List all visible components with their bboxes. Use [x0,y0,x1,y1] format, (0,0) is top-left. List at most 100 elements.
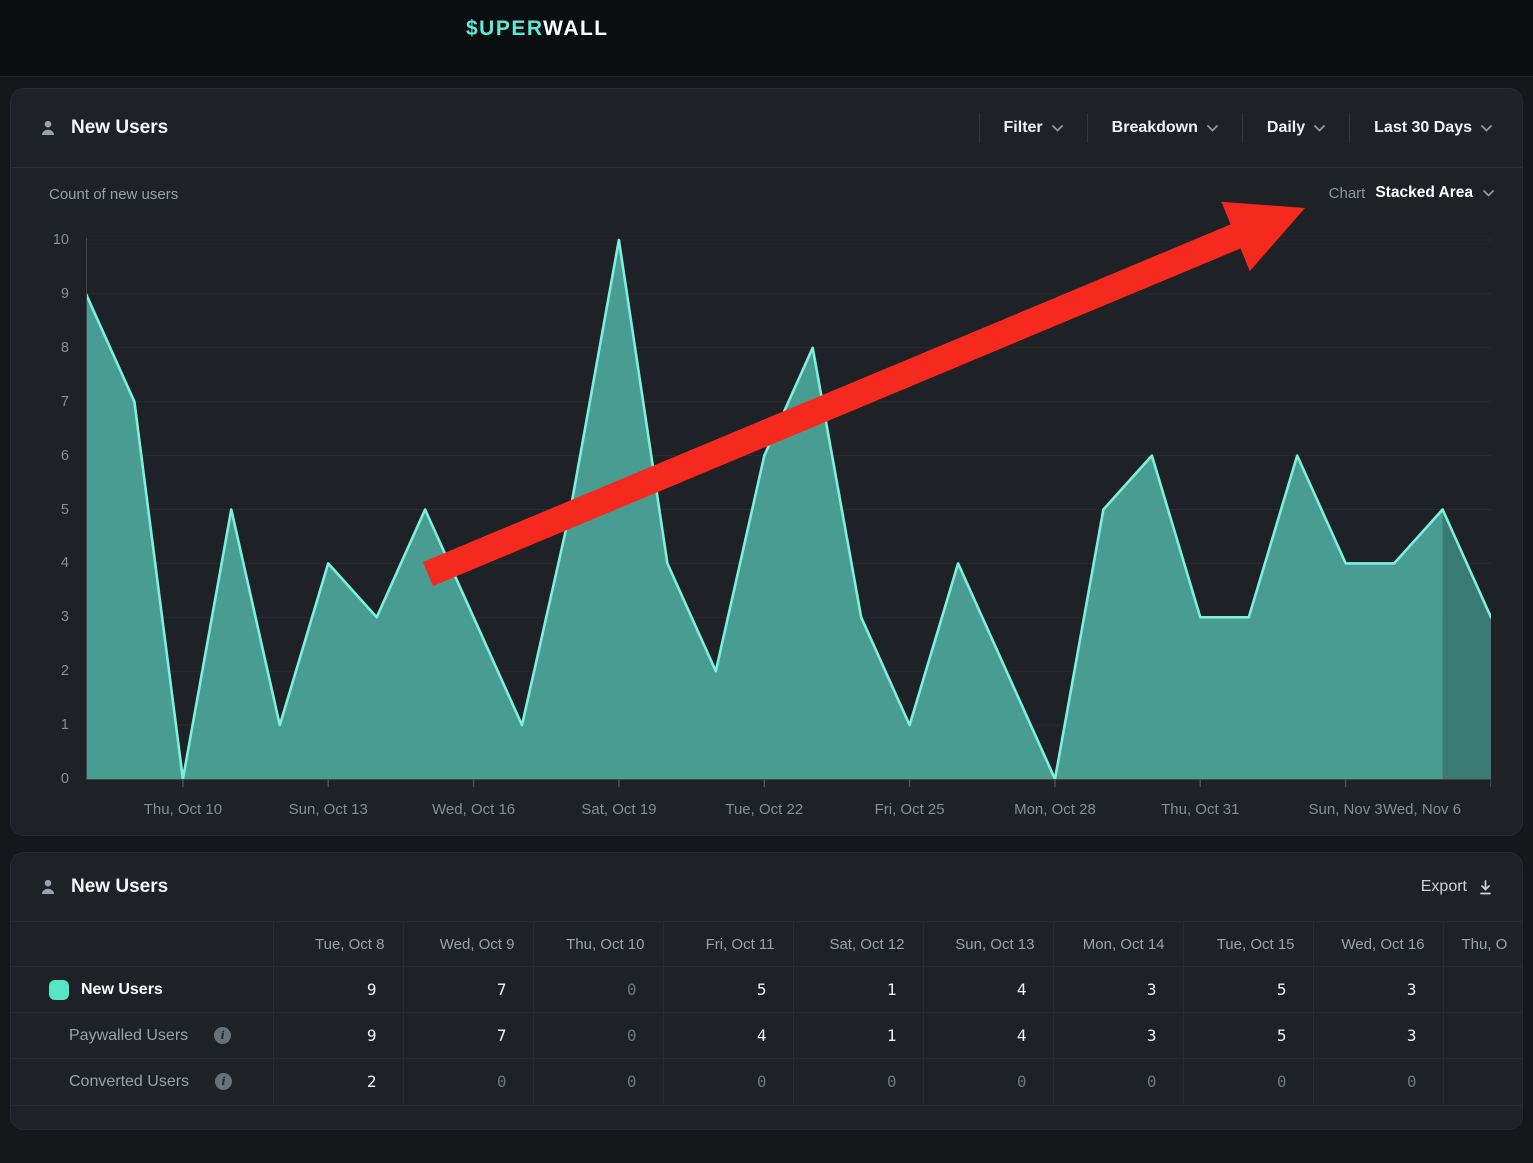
table-row: Converted Usersi200000000 [11,1059,1523,1105]
filter-dropdown[interactable]: Filter [980,112,1087,144]
y-axis-tick-3: 3 [29,607,69,627]
row-label-cell: New Users [11,967,273,1013]
value-cell: 0 [663,1059,793,1105]
chart-type-value: Stacked Area [1375,184,1473,202]
table-bottom-filler [11,1105,1522,1129]
chart-controls: Filter Breakdown Daily Last 30 Days [979,89,1494,167]
x-axis-tick: Sat, Oct 19 [544,801,694,818]
chart-type-dropdown[interactable]: Chart Stacked Area [1329,184,1494,202]
breakdown-dropdown[interactable]: Breakdown [1088,112,1242,144]
chevron-down-icon [1483,190,1494,197]
column-header-date: Mon, Oct 14 [1053,922,1183,967]
person-icon [39,119,57,137]
chart-subtitle: Count of new users [49,186,178,203]
column-header-date: Wed, Oct 9 [403,922,533,967]
logo-prefix: $UPER [466,17,543,40]
y-axis-tick-8: 8 [29,338,69,358]
y-axis-tick-7: 7 [29,392,69,412]
column-header-date: Sun, Oct 13 [923,922,1053,967]
date-range-label: Last 30 Days [1374,119,1472,137]
value-cell: 7 [403,967,533,1013]
date-range-dropdown[interactable]: Last 30 Days [1350,112,1494,144]
x-axis-tick: Thu, Oct 31 [1125,801,1275,818]
breakdown-label: Breakdown [1112,119,1198,137]
x-axis-tick: Wed, Oct 16 [399,801,549,818]
value-cell: 4 [923,1013,1053,1059]
value-cell: 1 [793,967,923,1013]
value-cell: 2 [273,1059,403,1105]
logo-suffix: WALL [543,17,608,40]
value-cell: 0 [1183,1059,1313,1105]
value-cell [1443,967,1523,1013]
value-cell: 0 [533,1059,663,1105]
column-header-date: Wed, Oct 16 [1313,922,1443,967]
value-cell: 5 [1183,1013,1313,1059]
x-axis-tick: Mon, Oct 28 [980,801,1130,818]
y-axis-tick-1: 1 [29,715,69,735]
granularity-dropdown[interactable]: Daily [1243,112,1349,144]
value-cell: 0 [533,1013,663,1059]
table-row: New Users970514353 [11,967,1523,1013]
value-cell: 0 [403,1059,533,1105]
value-cell: 0 [1053,1059,1183,1105]
value-cell: 7 [403,1013,533,1059]
value-cell: 9 [273,1013,403,1059]
y-axis-tick-5: 5 [29,500,69,520]
info-icon[interactable]: i [215,1073,232,1090]
value-cell: 3 [1053,967,1183,1013]
row-label: Converted Users [69,1073,189,1091]
row-label-cell: Paywalled Users i [11,1013,273,1059]
value-cell: 1 [793,1013,923,1059]
y-axis-tick-9: 9 [29,284,69,304]
export-label: Export [1421,878,1467,896]
x-axis-tick: Thu, Oct 10 [108,801,258,818]
value-cell: 5 [1183,967,1313,1013]
y-axis-tick-6: 6 [29,446,69,466]
row-label: Paywalled Users [69,1027,188,1045]
daily-values-table: Tue, Oct 8Wed, Oct 9Thu, Oct 10Fri, Oct … [11,921,1523,1105]
new-users-table-panel: New Users Export Tue, Oct 8Wed, Oct 9Thu… [10,852,1523,1130]
y-axis-tick-0: 0 [29,769,69,789]
chevron-down-icon [1207,125,1218,132]
value-cell: 0 [923,1059,1053,1105]
x-axis-tick: Sun, Oct 13 [253,801,403,818]
person-icon [39,878,57,896]
value-cell: 0 [1313,1059,1443,1105]
row-label-column-header [11,922,273,967]
x-axis-tick: Wed, Nov 6 [1347,801,1497,818]
column-header-date: Thu, O [1443,922,1523,967]
table-panel-header: New Users Export [11,853,1522,921]
table-panel-title: New Users [71,876,168,898]
value-cell: 0 [793,1059,923,1105]
chart-type-label: Chart [1329,185,1366,202]
row-label-cell: Converted Users i [11,1059,273,1105]
info-icon[interactable]: i [214,1027,231,1044]
superwall-logo[interactable]: $UPERWALL [466,17,609,41]
column-header-date: Sat, Oct 12 [793,922,923,967]
chevron-down-icon [1481,125,1492,132]
x-axis-tick: Fri, Oct 25 [835,801,985,818]
value-cell [1443,1059,1523,1105]
x-axis-tick: Tue, Oct 22 [689,801,839,818]
y-axis-tick-2: 2 [29,661,69,681]
new-users-chart-panel: New Users Filter Breakdown Daily Last 30… [10,88,1523,836]
stacked-area-chart [86,230,1491,790]
chevron-down-icon [1052,125,1063,132]
top-nav-bar: $UPERWALL [0,0,1533,77]
export-button[interactable]: Export [1421,878,1494,896]
value-cell: 3 [1313,967,1443,1013]
table-row: Paywalled Usersi970414353 [11,1013,1523,1059]
value-cell: 9 [273,967,403,1013]
value-cell: 4 [663,1013,793,1059]
value-cell [1443,1013,1523,1059]
value-cell: 0 [533,967,663,1013]
chart-panel-title: New Users [71,117,168,139]
value-cell: 3 [1053,1013,1183,1059]
row-label: New Users [81,981,163,999]
filter-label: Filter [1004,119,1043,137]
chart-panel-header: New Users Filter Breakdown Daily Last 30… [11,89,1522,168]
value-cell: 3 [1313,1013,1443,1059]
value-cell: 5 [663,967,793,1013]
column-header-date: Thu, Oct 10 [533,922,663,967]
y-axis-tick-10: 10 [29,230,69,250]
